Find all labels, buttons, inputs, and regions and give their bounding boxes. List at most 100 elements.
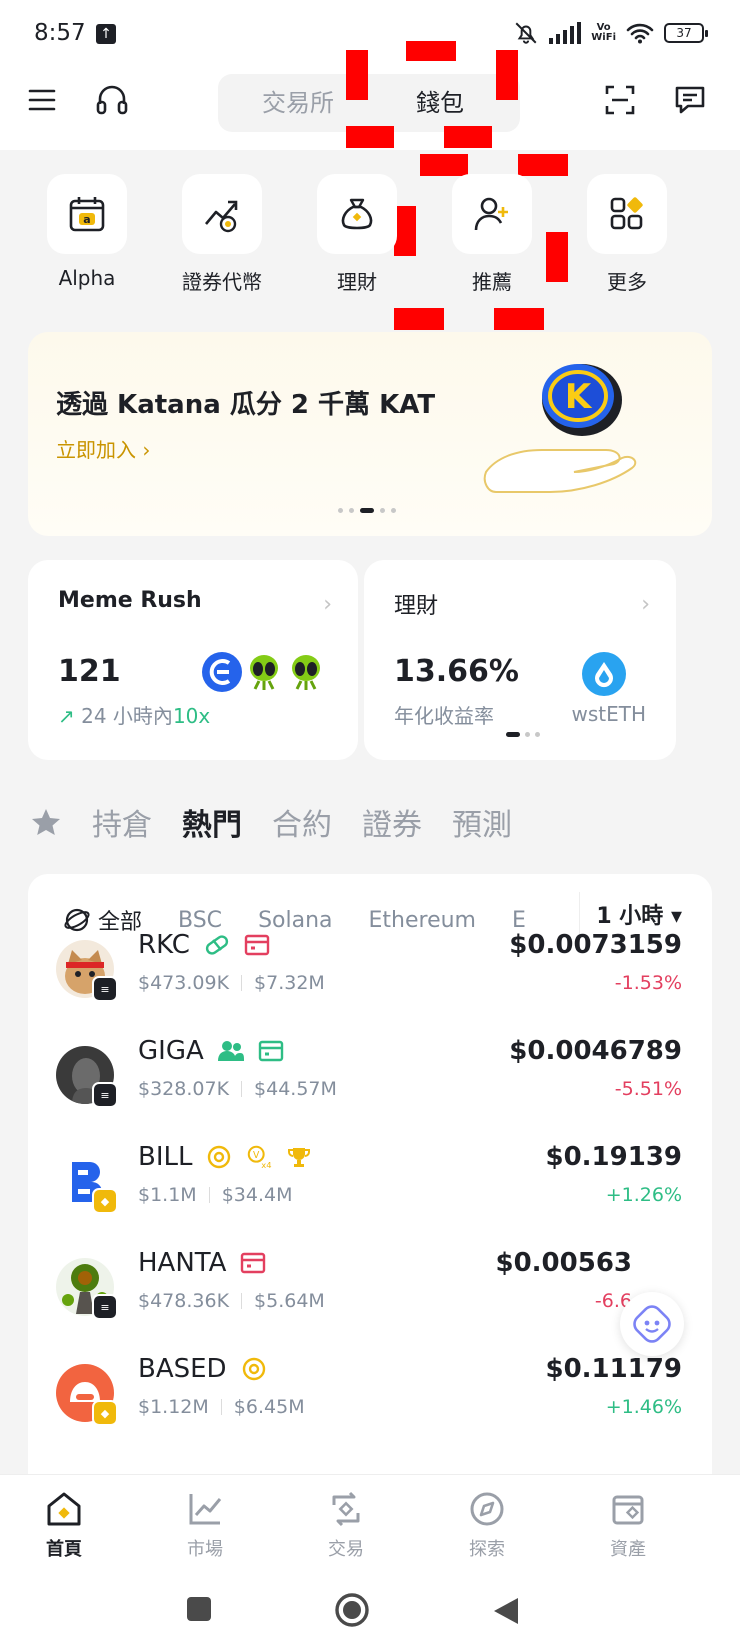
token-row-rkc[interactable]: ≡ RKC $473.09K $7.32M $0.0073159 -1.53% <box>28 930 712 1036</box>
tab-prediction[interactable]: 預測 <box>452 800 512 844</box>
volume-multiplier-icon: Vx4 <box>246 1144 272 1170</box>
promo-banner[interactable]: 透過 Katana 瓜分 2 千萬 KAT 立即加入 › K <box>28 332 712 536</box>
wsteth-icon <box>582 652 626 696</box>
chevron-right-icon: › <box>323 592 332 617</box>
chain-ethereum[interactable]: Ethereum <box>369 908 476 933</box>
alpha-at-icon <box>241 1356 267 1382</box>
shortcut-tokenized-stocks[interactable]: 證券代幣 <box>162 174 282 295</box>
exchange-listed-icon <box>258 1038 284 1064</box>
ai-assistant-button[interactable] <box>620 1292 684 1356</box>
tab-stocks[interactable]: 證券 <box>362 800 422 844</box>
token-volume: $478.36K <box>138 1290 230 1312</box>
earn-card[interactable]: 理財 › 13.66% 年化收益率 wstETH <box>364 560 676 760</box>
token-change: -1.53% <box>614 972 682 994</box>
nav-home[interactable]: 首頁 <box>4 1489 124 1561</box>
back-button[interactable] <box>492 1596 520 1630</box>
token-volume: $328.07K <box>138 1078 230 1100</box>
solana-badge-icon: ≡ <box>92 1294 118 1320</box>
token-symbol: GIGA <box>138 1036 204 1066</box>
trade-swap-icon <box>326 1489 366 1529</box>
headset-support-icon[interactable] <box>92 80 132 120</box>
solana-badge-icon: ≡ <box>92 1082 118 1108</box>
token-price: $0.0046789 <box>509 1036 682 1066</box>
token-market-cap: $5.64M <box>254 1290 325 1312</box>
token-volume: $473.09K <box>138 972 230 994</box>
chart-coin-icon <box>182 174 262 254</box>
meme-count: 121 <box>58 654 121 689</box>
status-bar: 8:57 ↑ Vo WiFi 37 <box>0 0 740 62</box>
svg-text:V: V <box>254 1150 261 1161</box>
exchange-wallet-switch: 交易所 錢包 <box>218 74 520 132</box>
tab-wallet[interactable]: 錢包 <box>370 74 510 132</box>
recents-button[interactable] <box>186 1596 212 1626</box>
home-system-button[interactable] <box>334 1592 370 1632</box>
signal-icon <box>549 22 582 44</box>
vowifi-icon: Vo WiFi <box>591 22 616 43</box>
exchange-listed-icon <box>244 932 270 958</box>
token-market-cap: $7.32M <box>254 972 325 994</box>
earn-card-title: 理財 <box>394 594 439 619</box>
token-row-based[interactable]: ◆ BASED $1.12M $6.45M $0.11179 +1.46% <box>28 1354 712 1460</box>
svg-text:x4: x4 <box>262 1160 272 1170</box>
token-row-hanta[interactable]: ≡ HANTA $478.36K $5.64M $0.00563 -6.6 <box>28 1248 712 1354</box>
meme-card-title: Meme Rush <box>58 588 202 613</box>
token-market-cap: $6.45M <box>233 1396 305 1418</box>
scan-icon[interactable] <box>600 80 640 120</box>
tab-holdings[interactable]: 持倉 <box>92 800 152 844</box>
token-row-giga[interactable]: ≡ GIGA $328.07K $44.57M $0.0046789 -5.51% <box>28 1036 712 1142</box>
token-symbol: RKC <box>138 930 190 960</box>
chain-bsc[interactable]: BSC <box>178 908 222 933</box>
holders-icon <box>217 1038 244 1064</box>
alien-avatar-1 <box>244 652 284 692</box>
shortcut-more[interactable]: 更多 <box>567 174 687 295</box>
menu-icon[interactable] <box>22 80 62 120</box>
token-symbol: HANTA <box>138 1248 227 1278</box>
banner-pagination <box>338 508 396 513</box>
market-tabs: 持倉 熱門 合約 證券 預測 <box>30 800 512 844</box>
chain-solana[interactable]: Solana <box>258 908 332 933</box>
shortcut-referral[interactable]: 推薦 <box>432 174 552 295</box>
star-icon[interactable] <box>30 806 62 838</box>
meme-rush-card[interactable]: Meme Rush › 121 ↗ 24 小時內10x <box>28 560 358 760</box>
token-price: $0.19139 <box>545 1142 682 1172</box>
tab-futures[interactable]: 合約 <box>272 800 332 844</box>
banner-join-link[interactable]: 立即加入 › <box>56 434 150 463</box>
status-time: 8:57 <box>34 20 86 46</box>
token-price: $0.0073159 <box>509 930 682 960</box>
tab-hot[interactable]: 熱門 <box>182 800 242 844</box>
home-icon <box>44 1489 84 1529</box>
bell-off-icon <box>515 22 537 44</box>
battery-icon: 37 <box>664 23 708 43</box>
token-market-cap: $34.4M <box>221 1184 293 1206</box>
token-change: -5.51% <box>614 1078 682 1100</box>
nav-assets[interactable]: 資產 <box>568 1489 688 1561</box>
bottom-navigation: 首頁 市場 交易 探索 資產 <box>0 1474 740 1580</box>
earn-apr-label: 年化收益率 <box>394 704 494 728</box>
wifi-icon <box>626 23 654 44</box>
bsc-badge-icon: ◆ <box>92 1188 118 1214</box>
shortcut-alpha[interactable]: a Alpha <box>27 174 147 290</box>
earn-pagination <box>506 732 540 737</box>
shortcut-earn[interactable]: 理財 <box>297 174 417 295</box>
token-volume: $1.1M <box>138 1184 197 1206</box>
token-row-bill[interactable]: ◆ BILL Vx4 $1.1M $34.4M $0.19139 +1.26% <box>28 1142 712 1248</box>
token-symbol: BILL <box>138 1142 193 1172</box>
add-user-icon <box>452 174 532 254</box>
caret-down-icon: ▾ <box>670 904 682 929</box>
meme-card-sub: ↗ 24 小時內10x <box>58 704 211 728</box>
token-price: $0.00563 <box>495 1248 632 1278</box>
exchange-listed-icon <box>240 1250 266 1276</box>
earn-apr: 13.66% <box>394 654 519 689</box>
message-icon[interactable] <box>670 80 710 120</box>
calendar-alpha-icon: a <box>47 174 127 254</box>
katana-coin-hand-illustration: K <box>483 364 637 493</box>
money-bag-icon <box>317 174 397 254</box>
token-change: +1.26% <box>605 1184 682 1206</box>
token-price: $0.11179 <box>545 1354 682 1384</box>
trophy-icon <box>286 1144 312 1170</box>
nav-markets[interactable]: 市場 <box>145 1489 265 1561</box>
chain-more[interactable]: E <box>512 908 526 933</box>
status-icons: Vo WiFi 37 <box>513 20 708 46</box>
nav-explore[interactable]: 探索 <box>427 1489 547 1561</box>
nav-trade[interactable]: 交易 <box>286 1489 406 1561</box>
